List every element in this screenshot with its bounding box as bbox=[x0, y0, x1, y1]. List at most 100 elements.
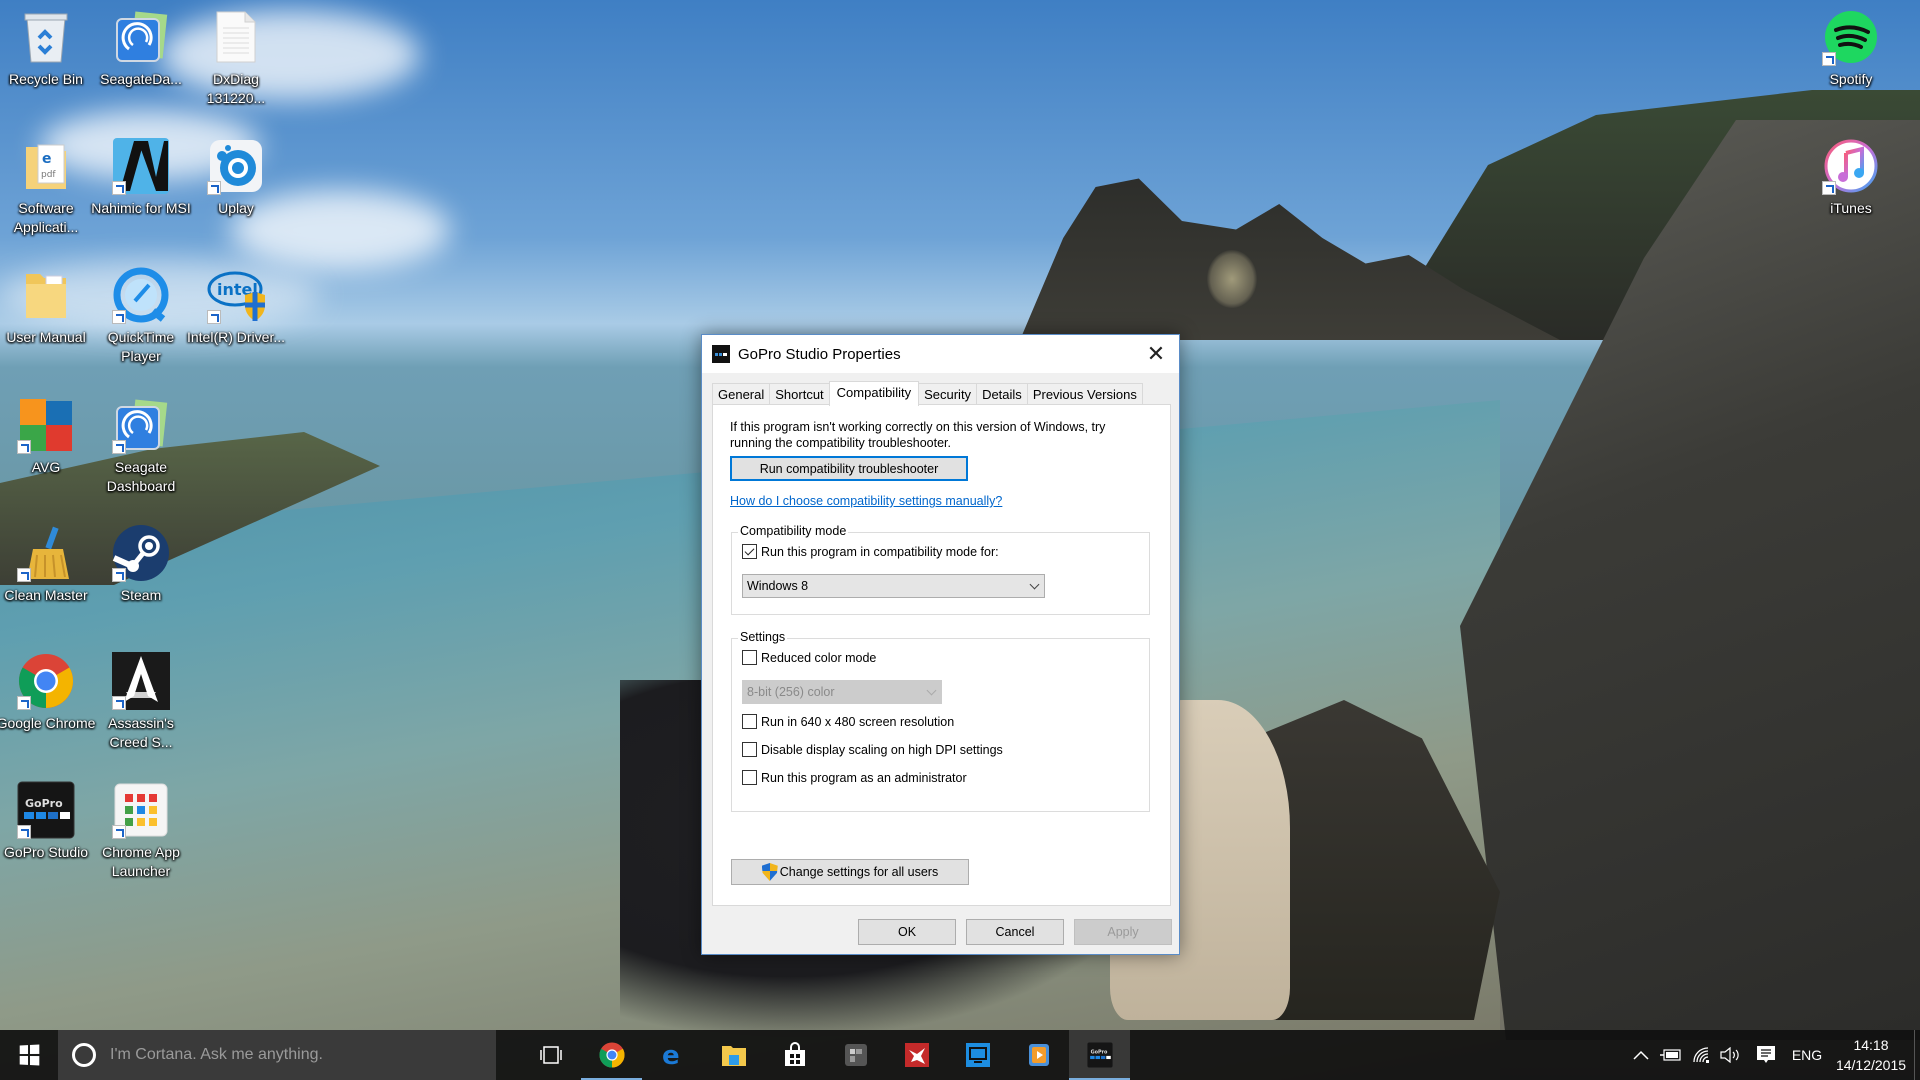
action-center-button[interactable] bbox=[1746, 1030, 1786, 1080]
desktop-icon-itunes[interactable]: iTunes bbox=[1805, 131, 1897, 218]
desktop-icon-dxdiag[interactable]: DxDiag 131220... bbox=[190, 2, 282, 108]
close-button[interactable]: ✕ bbox=[1133, 335, 1179, 373]
tab-shortcut[interactable]: Shortcut bbox=[769, 383, 830, 405]
tab-compatibility[interactable]: Compatibility bbox=[828, 381, 920, 406]
wifi-icon bbox=[1693, 1047, 1709, 1063]
taskbar-dragon-center[interactable] bbox=[886, 1030, 947, 1080]
desktop-icon-google-chrome[interactable]: Google Chrome bbox=[0, 646, 95, 733]
taskbar-edge[interactable]: e bbox=[642, 1030, 703, 1080]
cortana-search-box[interactable]: I'm Cortana. Ask me anything. bbox=[58, 1030, 496, 1080]
desktop-icon-quicktime[interactable]: QuickTime Player bbox=[95, 260, 187, 366]
show-hidden-icons-button[interactable] bbox=[1626, 1030, 1656, 1080]
seagate-icon bbox=[112, 396, 170, 454]
desktop-icon-uplay[interactable]: Uplay bbox=[190, 131, 282, 218]
chevron-down-icon bbox=[1029, 579, 1040, 590]
apply-button[interactable]: Apply bbox=[1074, 919, 1172, 945]
task-view-button[interactable] bbox=[520, 1030, 581, 1080]
desktop-icon-seagate-dashboard[interactable]: Seagate Dashboard bbox=[95, 390, 187, 496]
desktop-icon-gopro-studio[interactable]: GoPro GoPro Studio bbox=[0, 775, 92, 862]
speaker-icon bbox=[1720, 1047, 1739, 1063]
taskbar-chrome[interactable] bbox=[581, 1030, 642, 1080]
os-version-select[interactable]: Windows 8 bbox=[742, 574, 1045, 598]
desktop-icon-recycle-bin[interactable]: Recycle Bin bbox=[0, 2, 92, 89]
resolution-640-checkbox[interactable] bbox=[742, 714, 757, 729]
tab-details[interactable]: Details bbox=[976, 383, 1028, 405]
compatibility-mode-label: Run this program in compatibility mode f… bbox=[761, 544, 999, 559]
desktop-icon-intel-driver[interactable]: intel Intel(R) Driver... bbox=[187, 260, 285, 347]
clock-time: 14:18 bbox=[1853, 1037, 1889, 1053]
compatibility-help-link[interactable]: How do I choose compatibility settings m… bbox=[730, 494, 1002, 508]
taskbar-file-explorer[interactable] bbox=[703, 1030, 764, 1080]
app-launcher-icon bbox=[112, 781, 170, 839]
reduced-color-checkbox[interactable] bbox=[742, 650, 757, 665]
taskbar-msi-app[interactable] bbox=[825, 1030, 886, 1080]
taskbar: I'm Cortana. Ask me anything. e GoPro EN… bbox=[0, 1030, 1920, 1080]
tab-previous-versions[interactable]: Previous Versions bbox=[1026, 383, 1143, 405]
resolution-640-row[interactable]: Run in 640 x 480 screen resolution bbox=[742, 714, 954, 729]
tab-general[interactable]: General bbox=[712, 383, 771, 405]
intro-text: If this program isn't working correctly … bbox=[730, 420, 1106, 450]
desktop-icon-software-applications[interactable]: e pdf Software Applicati... bbox=[0, 131, 92, 237]
input-language-button[interactable]: ENG bbox=[1786, 1030, 1828, 1080]
tab-security[interactable]: Security bbox=[918, 383, 978, 405]
taskbar-media-player[interactable] bbox=[1008, 1030, 1069, 1080]
show-desktop-button[interactable] bbox=[1914, 1030, 1920, 1080]
system-tray: ENG 14:18 14/12/2015 bbox=[1626, 1030, 1920, 1080]
desktop-icon-spotify[interactable]: Spotify bbox=[1805, 2, 1897, 89]
desktop-icon-chrome-app-launcher[interactable]: Chrome App Launcher bbox=[95, 775, 187, 881]
clock[interactable]: 14:18 14/12/2015 bbox=[1828, 1030, 1914, 1080]
compatibility-mode-group: Compatibility mode Run this program in c… bbox=[731, 524, 1150, 615]
ok-button[interactable]: OK bbox=[858, 919, 956, 945]
svg-text:pdf: pdf bbox=[41, 170, 56, 180]
compatibility-mode-title: Compatibility mode bbox=[738, 524, 849, 538]
store-icon bbox=[784, 1042, 805, 1066]
gopro-app-icon bbox=[712, 345, 730, 363]
desktop-icon-nahimic[interactable]: Nahimic for MSI bbox=[91, 131, 191, 218]
cancel-button[interactable]: Cancel bbox=[966, 919, 1064, 945]
reduced-color-row[interactable]: Reduced color mode bbox=[742, 650, 876, 665]
run-troubleshooter-button[interactable]: Run compatibility troubleshooter bbox=[730, 456, 968, 481]
desktop-icon-assassins-creed[interactable]: Assassin's Creed S... bbox=[95, 646, 187, 752]
run-as-admin-checkbox[interactable] bbox=[742, 770, 757, 785]
taskbar-gopro-studio[interactable]: GoPro bbox=[1069, 1030, 1130, 1080]
desktop-icon-avg[interactable]: AVG bbox=[0, 390, 92, 477]
folder-pdf-icon: e pdf bbox=[17, 137, 75, 195]
wifi-button[interactable] bbox=[1686, 1030, 1716, 1080]
desktop-icon-steam[interactable]: Steam bbox=[95, 518, 187, 605]
msi-app-icon bbox=[844, 1044, 867, 1066]
disable-dpi-scaling-row[interactable]: Disable display scaling on high DPI sett… bbox=[742, 742, 1003, 757]
desktop-icon-user-manual[interactable]: User Manual bbox=[0, 260, 92, 347]
svg-text:GoPro: GoPro bbox=[25, 797, 63, 810]
text-file-icon bbox=[207, 8, 265, 66]
uplay-icon bbox=[207, 137, 265, 195]
assassins-creed-icon bbox=[112, 652, 170, 710]
monitor-icon bbox=[965, 1043, 990, 1067]
resolution-640-label: Run in 640 x 480 screen resolution bbox=[761, 714, 955, 729]
broom-icon bbox=[17, 524, 75, 582]
run-as-admin-row[interactable]: Run this program as an administrator bbox=[742, 770, 967, 785]
notification-icon bbox=[1757, 1046, 1775, 1063]
volume-button[interactable] bbox=[1716, 1030, 1746, 1080]
dialog-title: GoPro Studio Properties bbox=[738, 345, 901, 363]
desktop-icon-clean-master[interactable]: Clean Master bbox=[0, 518, 92, 605]
compatibility-mode-checkbox-row[interactable]: Run this program in compatibility mode f… bbox=[742, 544, 999, 559]
chevron-up-icon bbox=[1633, 1050, 1649, 1060]
spotify-icon bbox=[1822, 8, 1880, 66]
desktop-icon-seagate-da[interactable]: SeagateDa... bbox=[95, 2, 187, 89]
seagate-icon bbox=[112, 8, 170, 66]
intel-icon: intel bbox=[207, 266, 265, 324]
start-button[interactable] bbox=[0, 1030, 58, 1080]
color-depth-value: 8-bit (256) color bbox=[747, 685, 835, 699]
taskbar-store[interactable] bbox=[764, 1030, 825, 1080]
compatibility-mode-checkbox[interactable] bbox=[742, 544, 757, 559]
edge-icon: e bbox=[662, 1042, 680, 1068]
change-settings-all-users-button[interactable]: Change settings for all users bbox=[731, 859, 969, 885]
taskbar-remote-desktop[interactable] bbox=[947, 1030, 1008, 1080]
task-view-icon bbox=[539, 1046, 562, 1064]
tab-strip: General Shortcut Compatibility Security … bbox=[712, 381, 1143, 406]
disable-dpi-scaling-checkbox[interactable] bbox=[742, 742, 757, 757]
chrome-icon bbox=[17, 652, 75, 710]
dialog-title-bar[interactable]: GoPro Studio Properties ✕ bbox=[702, 335, 1179, 373]
clock-date: 14/12/2015 bbox=[1835, 1057, 1907, 1073]
battery-button[interactable] bbox=[1656, 1030, 1686, 1080]
